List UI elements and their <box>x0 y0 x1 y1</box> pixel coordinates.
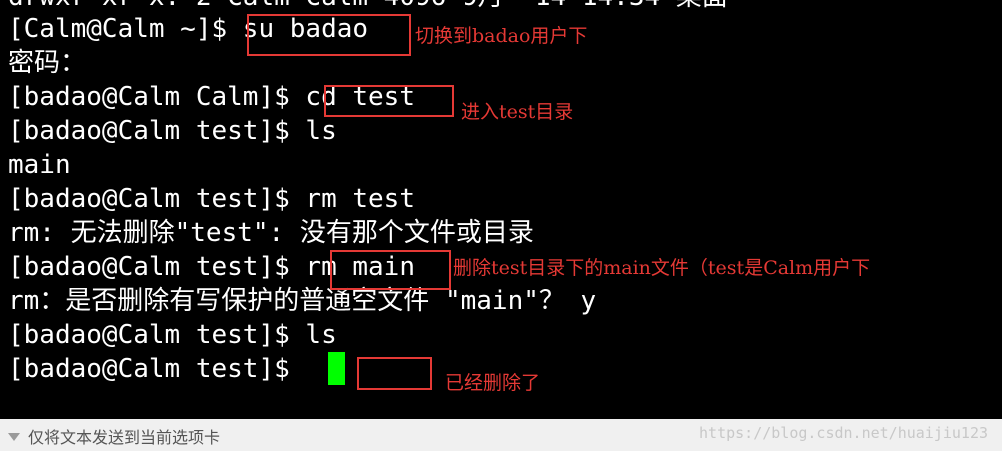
annotation-box-su <box>247 14 411 56</box>
send-to-tab-option[interactable]: 仅将文本发送到当前选项卡 <box>8 426 221 447</box>
watermark-url: https://blog.csdn.net/huaijiu123 <box>699 424 988 442</box>
annotation-text-enter-dir: 进入test目录 <box>461 101 574 123</box>
annotation-text-deleted: 已经删除了 <box>445 372 541 394</box>
terminal-line-ls-2: [badao@Calm test]$ ls <box>8 320 337 350</box>
terminal-cursor <box>328 352 345 385</box>
terminal-line-password: 密码： <box>8 48 87 78</box>
terminal-line-prompt: [badao@Calm test]$ <box>8 354 306 384</box>
terminal-line-rm-error: rm: 无法删除"test": 没有那个文件或目录 <box>8 218 534 248</box>
send-to-tab-label: 仅将文本发送到当前选项卡 <box>28 428 221 447</box>
bottom-bar: 仅将文本发送到当前选项卡 https://blog.csdn.net/huaij… <box>0 419 1002 451</box>
terminal-window[interactable]: drwxr-xr-x. 2 Calm Calm 4096 9月 14 14:34… <box>0 0 1002 419</box>
annotation-text-switch-user: 切换到badao用户下 <box>415 25 588 47</box>
terminal-line-ls-output: main <box>8 150 71 180</box>
dropdown-arrow-icon[interactable] <box>8 433 20 441</box>
terminal-line-rm-confirm: rm：是否删除有写保护的普通空文件 "main"？ y <box>8 286 597 316</box>
annotation-box-cd <box>324 85 454 117</box>
annotation-text-delete-main: 删除test目录下的main文件（test是Calm用户下 <box>453 257 871 279</box>
annotation-box-rm-main <box>330 250 451 290</box>
terminal-line-rm-test: [badao@Calm test]$ rm test <box>8 184 415 214</box>
terminal-line-ls-1: [badao@Calm test]$ ls <box>8 116 337 146</box>
annotation-box-empty <box>357 357 432 390</box>
